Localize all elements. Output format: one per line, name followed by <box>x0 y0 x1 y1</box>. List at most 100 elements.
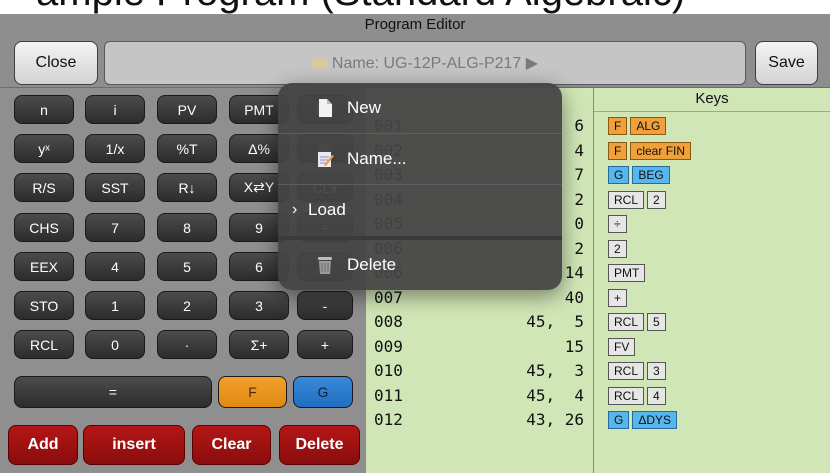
key-cells: RCL 3 <box>608 362 669 380</box>
listing-row[interactable]: 011 45, 4 RCL 4 <box>366 386 830 408</box>
menu-item-label: Delete <box>347 255 397 274</box>
key-cell: F <box>608 117 628 135</box>
menu-item-label: Load <box>308 200 346 219</box>
menu-item-delete[interactable]: Delete <box>278 240 562 290</box>
key-cell: RCL <box>608 362 645 380</box>
listing-row[interactable]: 009 15 FV <box>366 337 830 359</box>
key-cells: 2 <box>608 240 630 258</box>
key-cells: PMT <box>608 264 648 282</box>
key-cells: FV <box>608 338 638 356</box>
menu-item-label: Name... <box>347 149 407 168</box>
background-caption: ample Program (Standard Algebraic) <box>0 0 830 14</box>
menu-item-name[interactable]: Name... <box>278 134 562 184</box>
key-subtract[interactable]: - <box>297 291 353 320</box>
editor-header: Program Editor Close Name: UG-12P-ALG-P2… <box>0 14 830 88</box>
key-cell: G <box>608 166 630 184</box>
line-number: 009 <box>374 337 403 356</box>
line-number: 010 <box>374 361 403 380</box>
key-code: 43, 26 <box>526 410 584 429</box>
page-title: Program Editor <box>364 16 466 33</box>
add-button[interactable]: Add <box>8 425 78 465</box>
key-code: 45, 4 <box>526 386 584 405</box>
key-recall[interactable]: RCL <box>14 330 74 359</box>
key-pv[interactable]: PV <box>157 95 217 124</box>
key-f-shift[interactable]: F <box>218 376 287 408</box>
key-cells: RCL 4 <box>608 387 669 405</box>
key-cells: + <box>608 289 630 307</box>
key-code: 45, 3 <box>526 361 584 380</box>
listing-row[interactable]: 007 40 + <box>366 288 830 310</box>
delete-button[interactable]: Delete <box>279 425 360 465</box>
key-digit-1[interactable]: 1 <box>85 291 145 320</box>
key-cell: 5 <box>647 313 666 331</box>
key-cell: ÷ <box>608 215 627 233</box>
folder-icon <box>311 57 328 69</box>
program-name-text: Name: UG-12P-ALG-P217 ▶ <box>331 55 539 72</box>
key-cell: ΔDYS <box>632 411 678 429</box>
key-digit-3[interactable]: 3 <box>229 291 289 320</box>
listing-row[interactable]: 008 45, 5 RCL 5 <box>366 312 830 334</box>
key-cells: RCL 5 <box>608 313 669 331</box>
key-store[interactable]: STO <box>14 291 74 320</box>
line-number: 011 <box>374 386 403 405</box>
rename-icon <box>318 152 334 167</box>
key-roll-down[interactable]: R↓ <box>157 173 217 202</box>
key-cells: G ΔDYS <box>608 411 680 429</box>
new-document-icon <box>319 99 332 117</box>
program-name-field[interactable]: Name: UG-12P-ALG-P217 ▶ <box>104 41 746 85</box>
key-cell: 2 <box>647 191 666 209</box>
key-add[interactable]: + <box>297 330 353 359</box>
key-digit-7[interactable]: 7 <box>85 213 145 242</box>
key-digit-5[interactable]: 5 <box>157 252 217 281</box>
key-n[interactable]: n <box>14 95 74 124</box>
save-button[interactable]: Save <box>755 41 818 85</box>
key-cell: + <box>608 289 628 307</box>
menu-item-new[interactable]: New <box>278 83 562 133</box>
key-cell: PMT <box>608 264 646 282</box>
key-cell: clear FIN <box>630 142 692 160</box>
key-digit-4[interactable]: 4 <box>85 252 145 281</box>
insert-button[interactable]: insert <box>83 425 185 465</box>
key-percent-total[interactable]: %T <box>157 134 217 163</box>
line-number: 008 <box>374 312 403 331</box>
key-cell: RCL <box>608 313 645 331</box>
line-number: 007 <box>374 288 403 307</box>
key-cells: RCL 2 <box>608 191 669 209</box>
key-i[interactable]: i <box>85 95 145 124</box>
key-decimal-point[interactable]: · <box>157 330 217 359</box>
key-cells: Fclear FIN <box>608 142 694 160</box>
key-code: 45, 5 <box>526 312 584 331</box>
key-cell: RCL <box>608 387 645 405</box>
listing-row[interactable]: 012 43, 26 G ΔDYS <box>366 410 830 432</box>
key-reciprocal[interactable]: 1/x <box>85 134 145 163</box>
key-cell: ALG <box>630 117 667 135</box>
trash-icon <box>318 257 332 274</box>
key-cell: 2 <box>608 240 627 258</box>
key-digit-2[interactable]: 2 <box>157 291 217 320</box>
key-y-power-x[interactable]: yˣ <box>14 134 74 163</box>
key-g-shift[interactable]: G <box>293 376 353 408</box>
header-divider <box>594 111 830 112</box>
close-button[interactable]: Close <box>14 41 98 85</box>
key-run-stop[interactable]: R/S <box>14 173 74 202</box>
key-equals[interactable]: = <box>14 376 212 408</box>
key-change-sign[interactable]: CHS <box>14 213 74 242</box>
clear-button[interactable]: Clear <box>192 425 271 465</box>
key-cell: 3 <box>647 362 666 380</box>
menu-item-load[interactable]: › Load <box>278 185 562 235</box>
key-code: 40 <box>564 288 584 307</box>
key-single-step[interactable]: SST <box>85 173 145 202</box>
menu-item-label: New <box>347 98 382 117</box>
key-cell: RCL <box>608 191 645 209</box>
listing-row[interactable]: 010 45, 3 RCL 3 <box>366 361 830 383</box>
key-cell: F <box>608 142 628 160</box>
key-digit-0[interactable]: 0 <box>85 330 145 359</box>
key-cells: F ALG <box>608 117 669 135</box>
key-sigma-plus[interactable]: Σ+ <box>229 330 289 359</box>
key-enter-exponent[interactable]: EEX <box>14 252 74 281</box>
key-digit-8[interactable]: 8 <box>157 213 217 242</box>
key-cell: 4 <box>647 387 666 405</box>
keys-column-header: Keys <box>695 90 729 107</box>
key-code: 15 <box>564 337 584 356</box>
chevron-right-icon: › <box>292 201 298 218</box>
